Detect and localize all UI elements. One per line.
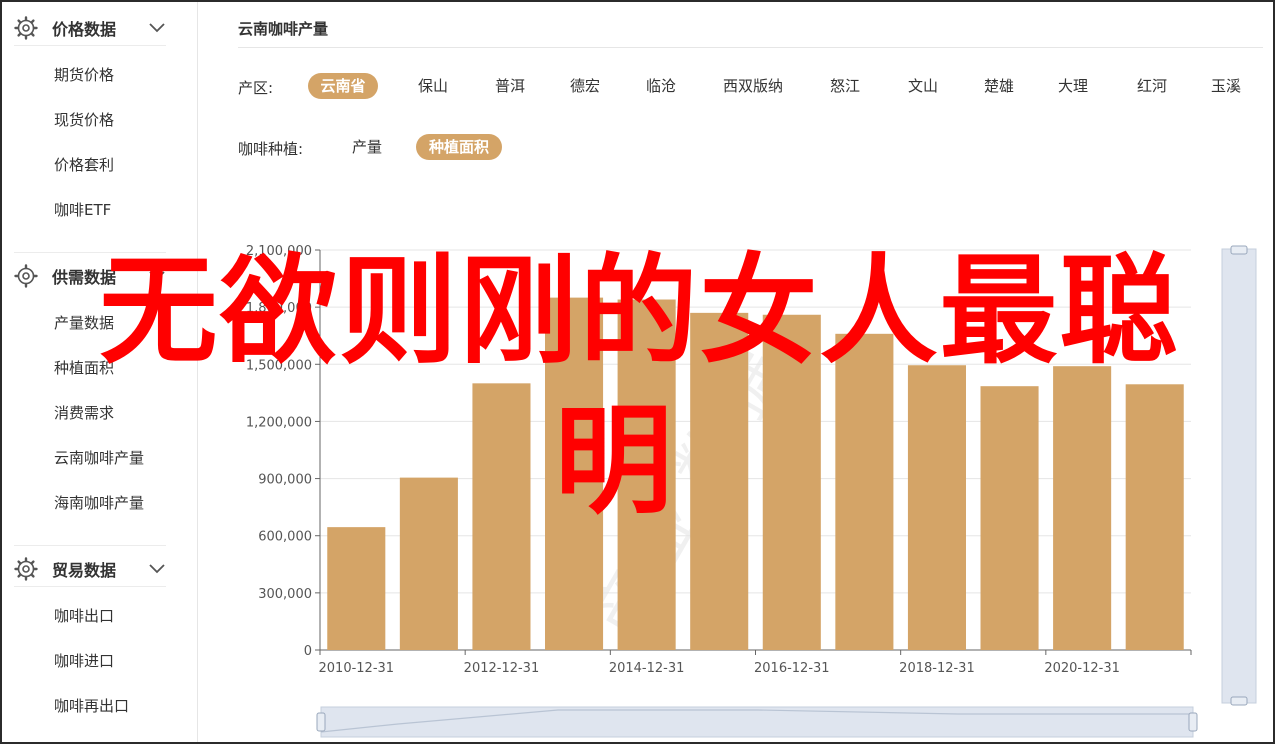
sidebar-divider [14, 545, 166, 546]
sidebar-item-coffee-reexport[interactable]: 咖啡再出口 [54, 695, 129, 716]
y-tick-label: 600,000 [258, 530, 312, 545]
x-tick-label: 2014-12-31 [609, 661, 685, 676]
bar[interactable] [762, 314, 821, 650]
gear-icon [14, 264, 38, 288]
main-panel: 云南咖啡产量 产区: 云南省 保山 普洱 德宏 临沧 西双版纳 怒江 文山 楚雄 大理 红河 玉溪 咖… [198, 2, 1273, 742]
sidebar-group-title: 价格数据 [52, 19, 117, 39]
x-tick-label: 2016-12-31 [754, 661, 830, 676]
sidebar-item-coffee-export[interactable]: 咖啡出口 [54, 605, 114, 626]
sidebar-group-title: 贸易数据 [52, 560, 117, 580]
sidebar-group-price-data[interactable]: 价格数据 [14, 10, 166, 46]
sidebar-item-spot-price[interactable]: 现货价格 [54, 109, 114, 130]
y-tick-label: 1,800,000 [246, 301, 312, 316]
bar[interactable] [835, 333, 894, 650]
sidebar-group-trade-data[interactable]: 贸易数据 [14, 551, 166, 587]
sidebar-item-coffee-import[interactable]: 咖啡进口 [54, 650, 114, 671]
sidebar-item-yunnan-production[interactable]: 云南咖啡产量 [54, 447, 144, 468]
chevron-down-icon [149, 563, 165, 573]
bar[interactable] [1053, 366, 1112, 650]
x-tick-label: 2018-12-31 [899, 661, 975, 676]
bar-chart: 产 业 数 据 0300,000600,000900,0001,200,0001… [246, 244, 1257, 738]
slider-handle[interactable] [1230, 245, 1248, 255]
x-tick-label: 2012-12-31 [464, 661, 540, 676]
bar[interactable] [907, 365, 966, 650]
sidebar-item-planting-area[interactable]: 种植面积 [54, 357, 114, 378]
gear-icon [14, 15, 38, 40]
sidebar-group-supply-demand[interactable]: 供需数据 [14, 258, 166, 294]
sidebar-item-hainan-production[interactable]: 海南咖啡产量 [54, 492, 144, 513]
sidebar: 价格数据 期货价格 现货价格 价格套利 咖啡ETF 供需数据 产量数据 种植面积… [2, 2, 198, 742]
gear-icon [14, 556, 38, 581]
y-tick-label: 300,000 [258, 587, 312, 602]
sidebar-item-futures-price[interactable]: 期货价格 [54, 64, 114, 85]
bar[interactable] [690, 312, 749, 650]
sidebar-item-production-data[interactable]: 产量数据 [54, 312, 114, 333]
y-tick-label: 900,000 [258, 473, 312, 488]
bar[interactable] [980, 386, 1039, 650]
y-tick-label: 1,200,000 [246, 415, 312, 430]
y-tick-label: 0 [304, 644, 312, 659]
app-window: 价格数据 期货价格 现货价格 价格套利 咖啡ETF 供需数据 产量数据 种植面积… [0, 0, 1275, 744]
x-tick-label: 2010-12-31 [319, 661, 395, 676]
chevron-down-icon [149, 22, 165, 32]
vertical-zoom-slider[interactable] [1221, 245, 1257, 706]
x-tick-label: 2020-12-31 [1044, 661, 1120, 676]
sidebar-item-coffee-etf[interactable]: 咖啡ETF [54, 199, 111, 220]
chevron-down-icon [149, 271, 165, 281]
y-tick-label: 2,100,000 [246, 244, 312, 259]
bar[interactable] [472, 383, 531, 650]
sidebar-divider [14, 252, 166, 253]
slider-handle[interactable] [1230, 696, 1248, 706]
bar[interactable] [617, 299, 676, 650]
bar[interactable] [327, 527, 386, 650]
sidebar-item-consumption-demand[interactable]: 消费需求 [54, 402, 114, 423]
sidebar-item-price-arbitrage[interactable]: 价格套利 [54, 154, 114, 175]
slider-handle[interactable] [1188, 712, 1198, 732]
sidebar-group-title: 供需数据 [52, 268, 117, 287]
bar[interactable] [545, 297, 604, 650]
y-tick-label: 1,500,000 [246, 358, 312, 373]
bar[interactable] [1125, 384, 1184, 650]
slider-handle[interactable] [316, 712, 326, 732]
horizontal-zoom-slider[interactable] [316, 706, 1198, 738]
bar[interactable] [399, 477, 458, 650]
